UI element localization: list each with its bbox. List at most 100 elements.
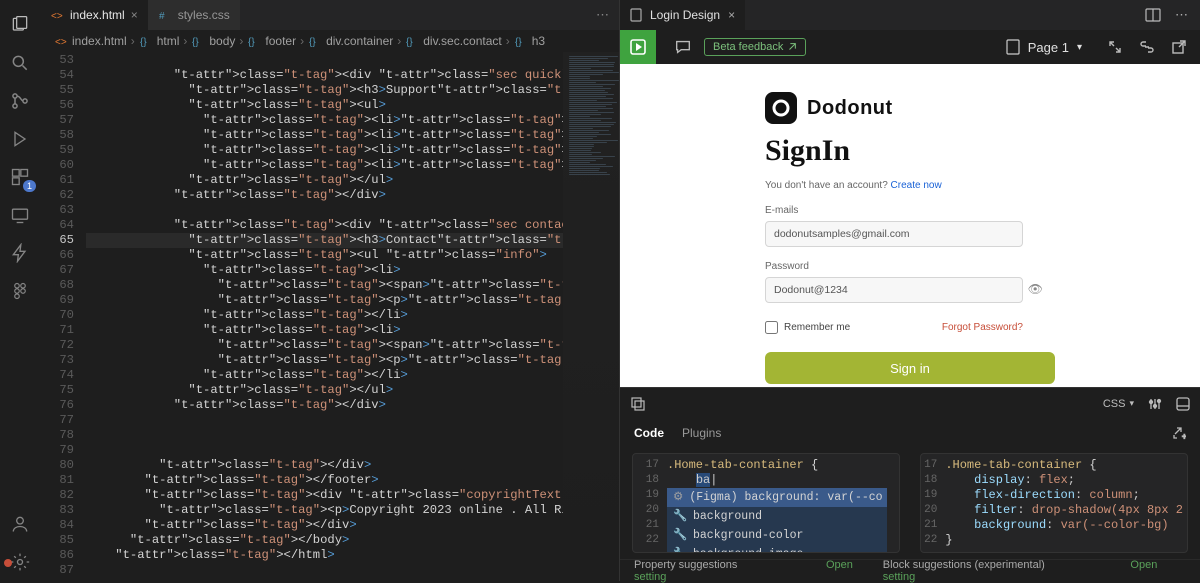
breadcrumbs[interactable]: <> index.html › {} html › {} body › {} f… [40,30,619,52]
feedback-label: Beta feedback [713,41,783,53]
email-label: E-mails [765,205,1055,216]
brackets-icon: {} [514,34,528,48]
breadcrumb-item[interactable]: index.html [72,34,127,48]
beta-feedback-button[interactable]: Beta feedback [704,38,806,56]
svg-text:{}: {} [406,37,413,47]
code-tabs: Code Plugins + [620,419,1200,447]
search-icon[interactable] [0,44,40,82]
comment-icon[interactable] [674,38,692,56]
email-field[interactable] [765,221,1023,247]
breadcrumb-item[interactable]: footer [265,34,296,48]
breadcrumb-item[interactable]: html [157,34,180,48]
chevron-down-icon: ▾ [1077,42,1082,53]
line-gutter: 5354555657585960616263646566676869707172… [40,52,86,581]
sliders-icon[interactable] [1148,397,1162,411]
account-icon[interactable] [0,505,40,543]
snippet-code[interactable]: .Home-tab-container { ba|⚙(Figma) backgr… [667,454,899,552]
svg-text:{}: {} [192,37,199,47]
eye-icon[interactable]: 👁 [1028,282,1043,296]
remote-icon[interactable] [0,196,40,234]
remember-me[interactable]: Remember me [765,321,850,334]
preview-tab-label: Login Design [650,8,720,22]
more-icon[interactable]: ⋯ [1175,7,1188,23]
tab-plugins[interactable]: Plugins [682,426,721,440]
breadcrumb-item[interactable]: h3 [532,34,545,48]
extensions-icon[interactable]: 1 [0,158,40,196]
breadcrumb-item[interactable]: body [209,34,235,48]
remember-label: Remember me [784,322,850,333]
footer-prop-label: Property suggestions [634,559,737,571]
brand-text: Dodonut [807,97,893,120]
link-icon[interactable] [1140,40,1154,54]
brackets-icon: {} [139,34,153,48]
password-label: Password [765,261,1055,272]
forgot-password-link[interactable]: Forgot Password? [942,322,1023,333]
language-selector[interactable]: CSS ▾ [1103,398,1134,410]
layers-icon[interactable] [630,396,646,412]
signin-button[interactable]: Sign in [765,352,1055,384]
code-panel-bar: CSS ▾ [620,387,1200,419]
autocomplete-popup[interactable]: ⚙(Figma) background: var(--co🔧background… [667,488,887,553]
minimap[interactable] [563,52,619,581]
lang-label: CSS [1103,398,1126,410]
suggestion-item[interactable]: 🔧background-color [667,526,887,545]
bolt-icon[interactable] [0,234,40,272]
svg-text:{}: {} [248,37,255,47]
settings-dot [4,559,12,567]
breadcrumb-item[interactable]: div.container [326,34,393,48]
svg-text:<>: <> [51,11,63,21]
code-editor[interactable]: 5354555657585960616263646566676869707172… [40,52,619,581]
add-snippet-icon[interactable]: + [1172,426,1186,440]
tab-index-html[interactable]: <> index.html × [40,0,148,30]
suggestion-item[interactable]: 🔧background-image [667,545,887,553]
expand-icon[interactable] [1108,40,1122,54]
source-control-icon[interactable] [0,82,40,120]
snippet-left[interactable]: 171819202122 .Home-tab-container { ba|⚙(… [632,453,900,553]
code-content[interactable]: "t-attr">class="t-tag"><div "t-attr">cla… [86,52,563,581]
open-external-icon[interactable] [1172,40,1186,54]
snippet-gutter: 171819202122 [921,454,945,552]
suggestion-item[interactable]: 🔧background [667,507,887,526]
signin-title: SignIn [765,134,1055,168]
snippet-right[interactable]: 171819202122 .Home-tab-container { displ… [920,453,1188,553]
split-icon[interactable] [1145,7,1161,23]
tab-overflow-icon[interactable]: ⋯ [586,7,619,23]
preview-tab[interactable]: Login Design × [620,0,745,30]
tab-styles-css[interactable]: # styles.css [148,0,240,30]
brackets-icon: {} [308,34,322,48]
tab-label: index.html [70,8,125,22]
brackets-icon: {} [405,34,419,48]
panel-toggle-icon[interactable] [1176,397,1190,411]
activity-bar: 1 [0,0,40,581]
logo-icon [765,92,797,124]
run-icon[interactable] [0,120,40,158]
play-button[interactable] [620,30,656,64]
tab-code[interactable]: Code [634,426,664,440]
settings-icon[interactable] [0,543,40,581]
svg-text:#: # [159,11,165,21]
snippets-area: 171819202122 .Home-tab-container { ba|⚙(… [620,447,1200,559]
svg-text:{}: {} [309,37,316,47]
explorer-icon[interactable] [0,6,40,44]
create-now-link[interactable]: Create now [891,180,942,191]
design-preview: Dodonut SignIn You don't have an account… [620,64,1200,387]
password-field[interactable] [765,277,1023,303]
remember-checkbox[interactable] [765,321,778,334]
suggestion-item[interactable]: ⚙(Figma) background: var(--co [667,488,887,507]
close-icon[interactable]: × [728,8,735,22]
footer-block-label: Block suggestions (experimental) [883,559,1045,571]
close-icon[interactable]: × [131,8,138,22]
subtext-plain: You don't have an account? [765,180,891,191]
brackets-icon: {} [191,34,205,48]
css-icon: # [158,8,172,22]
html-icon: <> [50,8,64,22]
page-selector[interactable]: Page 1 ▾ [1006,39,1082,55]
figma-icon[interactable] [0,272,40,310]
snippet-code[interactable]: .Home-tab-container { display: flex; fle… [945,454,1187,552]
chevron-down-icon: ▾ [1129,398,1134,409]
svg-text:<>: <> [55,37,67,47]
breadcrumb-item[interactable]: div.sec.contact [423,34,501,48]
figma-toolbar: Beta feedback Page 1 ▾ [620,30,1200,64]
preview-pane: Login Design × ⋯ Beta feedback Page 1 ▾ [620,0,1200,581]
figma-file-icon [630,8,642,22]
